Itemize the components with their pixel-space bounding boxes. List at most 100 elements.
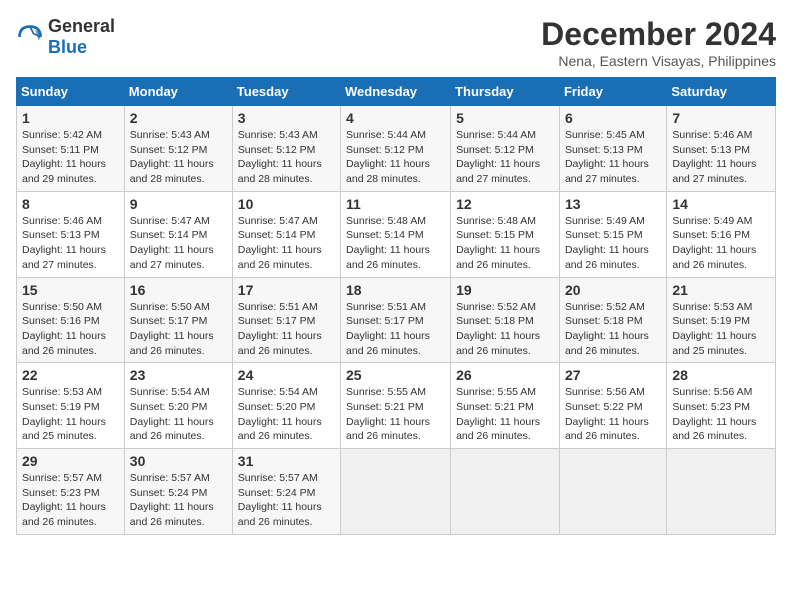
day-info: Sunrise: 5:50 AM Sunset: 5:16 PM Dayligh… bbox=[22, 300, 119, 359]
table-row: 11 Sunrise: 5:48 AM Sunset: 5:14 PM Dayli… bbox=[341, 191, 451, 277]
calendar-week-row: 15 Sunrise: 5:50 AM Sunset: 5:16 PM Dayli… bbox=[17, 277, 776, 363]
day-info: Sunrise: 5:55 AM Sunset: 5:21 PM Dayligh… bbox=[456, 385, 554, 444]
day-info: Sunrise: 5:48 AM Sunset: 5:14 PM Dayligh… bbox=[346, 214, 445, 273]
table-row: 24 Sunrise: 5:54 AM Sunset: 5:20 PM Dayli… bbox=[232, 363, 340, 449]
calendar-week-row: 8 Sunrise: 5:46 AM Sunset: 5:13 PM Daylig… bbox=[17, 191, 776, 277]
table-row: 5 Sunrise: 5:44 AM Sunset: 5:12 PM Daylig… bbox=[451, 106, 560, 192]
day-number: 26 bbox=[456, 367, 554, 383]
day-number: 10 bbox=[238, 196, 335, 212]
table-row: 3Sunrise: 5:43 AM Sunset: 5:12 PM Daylig… bbox=[232, 106, 340, 192]
table-row: 28 Sunrise: 5:56 AM Sunset: 5:23 PM Dayli… bbox=[667, 363, 776, 449]
day-info: Sunrise: 5:47 AM Sunset: 5:14 PM Dayligh… bbox=[238, 214, 335, 273]
table-row: 10 Sunrise: 5:47 AM Sunset: 5:14 PM Dayli… bbox=[232, 191, 340, 277]
table-row: 18 Sunrise: 5:51 AM Sunset: 5:17 PM Dayli… bbox=[341, 277, 451, 363]
day-number: 20 bbox=[565, 282, 661, 298]
day-info: Sunrise: 5:56 AM Sunset: 5:23 PM Dayligh… bbox=[672, 385, 770, 444]
day-info: Sunrise: 5:44 AM Sunset: 5:12 PM Dayligh… bbox=[346, 128, 445, 187]
table-row: 29 Sunrise: 5:57 AM Sunset: 5:23 PM Dayli… bbox=[17, 449, 125, 535]
day-info: Sunrise: 5:52 AM Sunset: 5:18 PM Dayligh… bbox=[565, 300, 661, 359]
day-number: 23 bbox=[130, 367, 227, 383]
day-number: 19 bbox=[456, 282, 554, 298]
day-info: Sunrise: 5:50 AM Sunset: 5:17 PM Dayligh… bbox=[130, 300, 227, 359]
day-number: 14 bbox=[672, 196, 770, 212]
day-number: 24 bbox=[238, 367, 335, 383]
table-row bbox=[451, 449, 560, 535]
page-header: General Blue December 2024 Nena, Eastern… bbox=[16, 16, 776, 69]
day-info: Sunrise: 5:53 AM Sunset: 5:19 PM Dayligh… bbox=[672, 300, 770, 359]
day-info: Sunrise: 5:49 AM Sunset: 5:15 PM Dayligh… bbox=[565, 214, 661, 273]
title-block: December 2024 Nena, Eastern Visayas, Phi… bbox=[541, 16, 776, 69]
day-number: 15 bbox=[22, 282, 119, 298]
day-info: Sunrise: 5:43 AM Sunset: 5:12 PM Dayligh… bbox=[130, 128, 227, 187]
calendar-table: Sunday Monday Tuesday Wednesday Thursday… bbox=[16, 77, 776, 535]
table-row: 16 Sunrise: 5:50 AM Sunset: 5:17 PM Dayli… bbox=[124, 277, 232, 363]
day-info: Sunrise: 5:47 AM Sunset: 5:14 PM Dayligh… bbox=[130, 214, 227, 273]
calendar-week-row: 22Sunrise: 5:53 AM Sunset: 5:19 PM Dayli… bbox=[17, 363, 776, 449]
day-info: Sunrise: 5:46 AM Sunset: 5:13 PM Dayligh… bbox=[22, 214, 119, 273]
logo-text: General Blue bbox=[48, 16, 115, 58]
day-number: 18 bbox=[346, 282, 445, 298]
day-info: Sunrise: 5:51 AM Sunset: 5:17 PM Dayligh… bbox=[346, 300, 445, 359]
table-row: 19Sunrise: 5:52 AM Sunset: 5:18 PM Dayli… bbox=[451, 277, 560, 363]
day-info: Sunrise: 5:57 AM Sunset: 5:23 PM Dayligh… bbox=[22, 471, 119, 530]
day-number: 8 bbox=[22, 196, 119, 212]
table-row: 21 Sunrise: 5:53 AM Sunset: 5:19 PM Dayli… bbox=[667, 277, 776, 363]
day-number: 21 bbox=[672, 282, 770, 298]
day-number: 4 bbox=[346, 110, 445, 126]
day-info: Sunrise: 5:51 AM Sunset: 5:17 PM Dayligh… bbox=[238, 300, 335, 359]
day-number: 27 bbox=[565, 367, 661, 383]
month-title: December 2024 bbox=[541, 16, 776, 53]
day-number: 5 bbox=[456, 110, 554, 126]
col-saturday: Saturday bbox=[667, 78, 776, 106]
table-row bbox=[341, 449, 451, 535]
day-number: 9 bbox=[130, 196, 227, 212]
day-info: Sunrise: 5:44 AM Sunset: 5:12 PM Dayligh… bbox=[456, 128, 554, 187]
col-tuesday: Tuesday bbox=[232, 78, 340, 106]
col-wednesday: Wednesday bbox=[341, 78, 451, 106]
day-number: 2 bbox=[130, 110, 227, 126]
day-number: 16 bbox=[130, 282, 227, 298]
table-row: 23 Sunrise: 5:54 AM Sunset: 5:20 PM Dayli… bbox=[124, 363, 232, 449]
day-info: Sunrise: 5:48 AM Sunset: 5:15 PM Dayligh… bbox=[456, 214, 554, 273]
table-row: 15 Sunrise: 5:50 AM Sunset: 5:16 PM Dayli… bbox=[17, 277, 125, 363]
logo: General Blue bbox=[16, 16, 115, 58]
day-number: 12 bbox=[456, 196, 554, 212]
day-number: 6 bbox=[565, 110, 661, 126]
table-row: 26 Sunrise: 5:55 AM Sunset: 5:21 PM Dayli… bbox=[451, 363, 560, 449]
day-info: Sunrise: 5:54 AM Sunset: 5:20 PM Dayligh… bbox=[238, 385, 335, 444]
table-row: 2 Sunrise: 5:43 AM Sunset: 5:12 PM Daylig… bbox=[124, 106, 232, 192]
table-row: 4 Sunrise: 5:44 AM Sunset: 5:12 PM Daylig… bbox=[341, 106, 451, 192]
day-info: Sunrise: 5:56 AM Sunset: 5:22 PM Dayligh… bbox=[565, 385, 661, 444]
day-number: 11 bbox=[346, 196, 445, 212]
day-number: 25 bbox=[346, 367, 445, 383]
col-friday: Friday bbox=[559, 78, 666, 106]
table-row bbox=[559, 449, 666, 535]
day-info: Sunrise: 5:55 AM Sunset: 5:21 PM Dayligh… bbox=[346, 385, 445, 444]
day-info: Sunrise: 5:54 AM Sunset: 5:20 PM Dayligh… bbox=[130, 385, 227, 444]
col-thursday: Thursday bbox=[451, 78, 560, 106]
day-number: 7 bbox=[672, 110, 770, 126]
table-row: 27 Sunrise: 5:56 AM Sunset: 5:22 PM Dayli… bbox=[559, 363, 666, 449]
table-row: 8 Sunrise: 5:46 AM Sunset: 5:13 PM Daylig… bbox=[17, 191, 125, 277]
table-row: 30Sunrise: 5:57 AM Sunset: 5:24 PM Dayli… bbox=[124, 449, 232, 535]
day-info: Sunrise: 5:46 AM Sunset: 5:13 PM Dayligh… bbox=[672, 128, 770, 187]
day-number: 28 bbox=[672, 367, 770, 383]
calendar-header-row: Sunday Monday Tuesday Wednesday Thursday… bbox=[17, 78, 776, 106]
calendar-week-row: 29 Sunrise: 5:57 AM Sunset: 5:23 PM Dayli… bbox=[17, 449, 776, 535]
col-monday: Monday bbox=[124, 78, 232, 106]
day-number: 29 bbox=[22, 453, 119, 469]
table-row: 1 Sunrise: 5:42 AM Sunset: 5:11 PM Daylig… bbox=[17, 106, 125, 192]
day-number: 17 bbox=[238, 282, 335, 298]
day-info: Sunrise: 5:57 AM Sunset: 5:24 PM Dayligh… bbox=[238, 471, 335, 530]
table-row: 20 Sunrise: 5:52 AM Sunset: 5:18 PM Dayli… bbox=[559, 277, 666, 363]
day-number: 1 bbox=[22, 110, 119, 126]
day-info: Sunrise: 5:42 AM Sunset: 5:11 PM Dayligh… bbox=[22, 128, 119, 187]
col-sunday: Sunday bbox=[17, 78, 125, 106]
table-row: 17 Sunrise: 5:51 AM Sunset: 5:17 PM Dayli… bbox=[232, 277, 340, 363]
table-row: 6Sunrise: 5:45 AM Sunset: 5:13 PM Daylig… bbox=[559, 106, 666, 192]
table-row: 25 Sunrise: 5:55 AM Sunset: 5:21 PM Dayli… bbox=[341, 363, 451, 449]
day-info: Sunrise: 5:43 AM Sunset: 5:12 PM Dayligh… bbox=[238, 128, 335, 187]
day-info: Sunrise: 5:49 AM Sunset: 5:16 PM Dayligh… bbox=[672, 214, 770, 273]
day-info: Sunrise: 5:53 AM Sunset: 5:19 PM Dayligh… bbox=[22, 385, 119, 444]
logo-icon bbox=[16, 23, 44, 51]
